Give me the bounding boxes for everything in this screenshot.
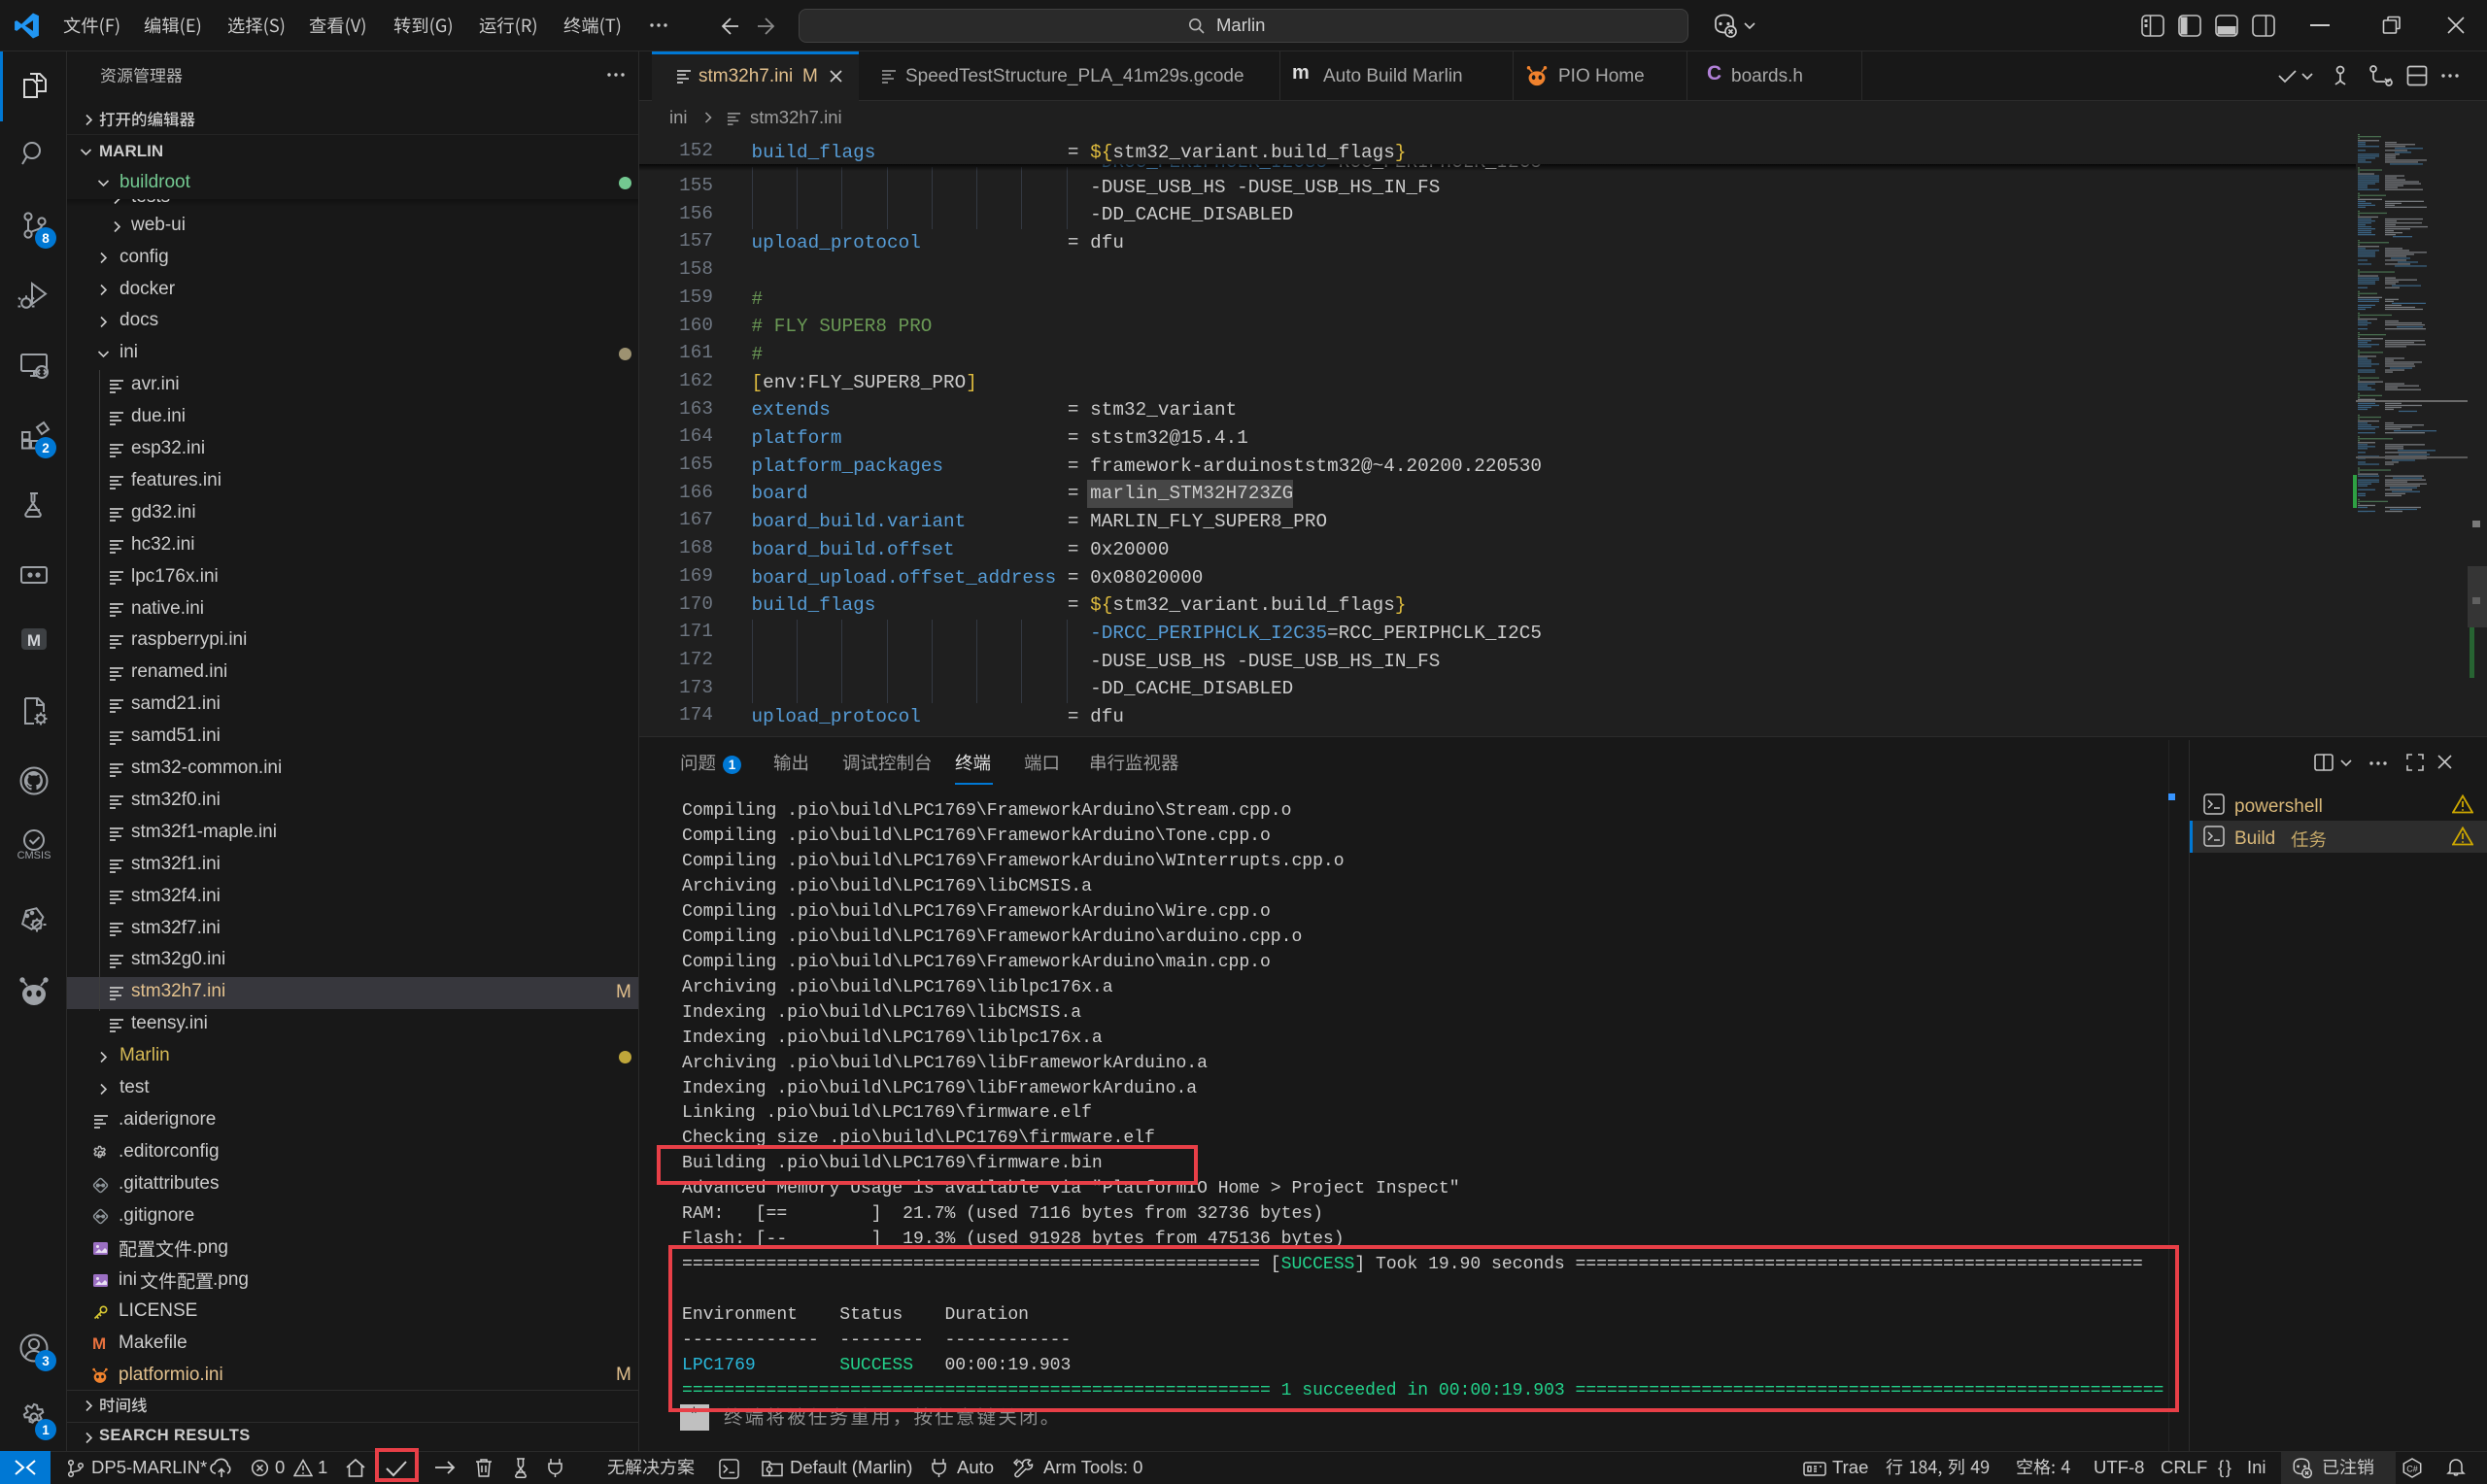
svg-text:M: M xyxy=(27,631,41,650)
svg-text:CMSIS: CMSIS xyxy=(17,850,51,860)
svg-text:C#: C# xyxy=(2406,1465,2418,1474)
